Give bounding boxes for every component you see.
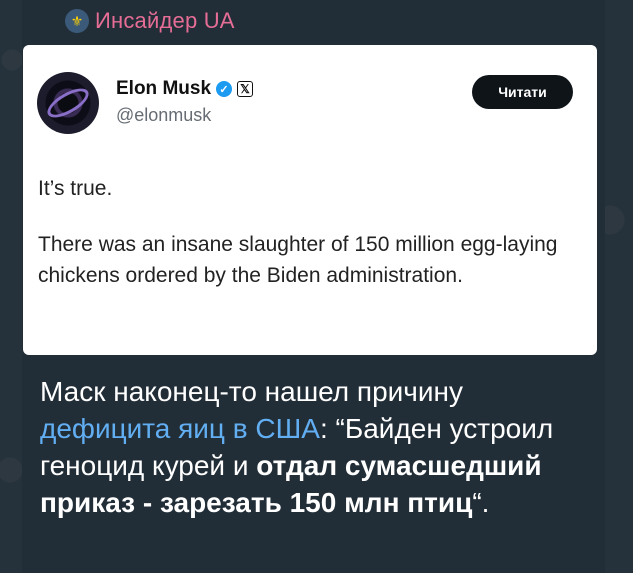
caption-part-1: Маск наконец-то нашел причину	[40, 376, 463, 407]
author-name: Elon Musk	[116, 78, 212, 99]
author-handle: @elonmusk	[116, 105, 212, 125]
read-button[interactable]: Читати	[472, 75, 573, 109]
message-text: Маск наконец-то нашел причину дефицита я…	[40, 373, 590, 521]
channel-header[interactable]: ⚜ Инсайдер UA	[65, 6, 235, 36]
tweet-text: It’s true. There was an insane slaughter…	[38, 173, 586, 291]
ukrainian-trident-icon: ⚜	[65, 9, 89, 33]
channel-name[interactable]: Инсайдер UA	[95, 8, 235, 34]
caption-link[interactable]: дефицита яиц в США	[40, 413, 320, 444]
tweet-line-1: It’s true.	[38, 177, 113, 200]
tweet-line-2: There was an insane slaughter of 150 mil…	[38, 233, 558, 287]
author-row: Elon Musk ✓ 𝕏	[116, 78, 254, 100]
tweet-screenshot[interactable]: Elon Musk ✓ 𝕏 @elonmusk Читати It’s true…	[23, 45, 597, 355]
verified-badge-icon: ✓	[216, 81, 233, 97]
caption-part-3: “.	[472, 487, 490, 518]
avatar	[37, 72, 99, 134]
x-logo-icon: 𝕏	[237, 81, 254, 97]
